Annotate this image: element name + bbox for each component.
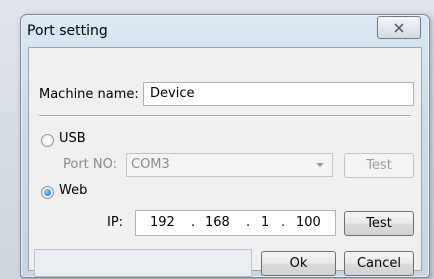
usb-test-button[interactable]: Test — [344, 153, 414, 178]
ip-octet-3[interactable]: 1 — [261, 215, 269, 230]
ip-address-input[interactable]: 192 . 168 . 1 . 100 — [135, 210, 336, 236]
port-select[interactable]: COM3 — [126, 153, 333, 177]
ok-button[interactable]: Ok — [261, 251, 336, 276]
close-icon — [394, 22, 404, 33]
close-button[interactable] — [377, 16, 421, 39]
machine-name-label: Machine name: — [39, 87, 139, 102]
ip-octet-1[interactable]: 192 — [150, 215, 175, 230]
cancel-button[interactable]: Cancel — [344, 251, 414, 276]
radio-selected-dot — [44, 189, 51, 196]
ip-dot: . — [281, 215, 286, 230]
ip-dot: . — [246, 215, 251, 230]
web-label[interactable]: Web — [59, 183, 87, 198]
port-select-value: COM3 — [131, 157, 170, 172]
web-radio[interactable] — [41, 186, 54, 199]
status-field — [34, 249, 252, 277]
port-setting-dialog: Port setting Machine name: Device USB Po… — [20, 14, 430, 278]
web-test-button[interactable]: Test — [344, 211, 414, 236]
machine-name-input[interactable]: Device — [143, 82, 414, 106]
dialog-content: Machine name: Device USB Port NO: COM3 T… — [28, 47, 422, 277]
ip-octet-2[interactable]: 168 — [205, 215, 230, 230]
dialog-title: Port setting — [27, 23, 108, 39]
usb-label[interactable]: USB — [59, 131, 86, 146]
ip-label: IP: — [107, 215, 124, 230]
port-no-label: Port NO: — [63, 157, 118, 172]
ip-dot: . — [191, 215, 196, 230]
ip-octet-4[interactable]: 100 — [296, 215, 321, 230]
chevron-down-icon — [316, 163, 324, 167]
separator — [39, 115, 411, 117]
usb-radio[interactable] — [41, 134, 54, 147]
